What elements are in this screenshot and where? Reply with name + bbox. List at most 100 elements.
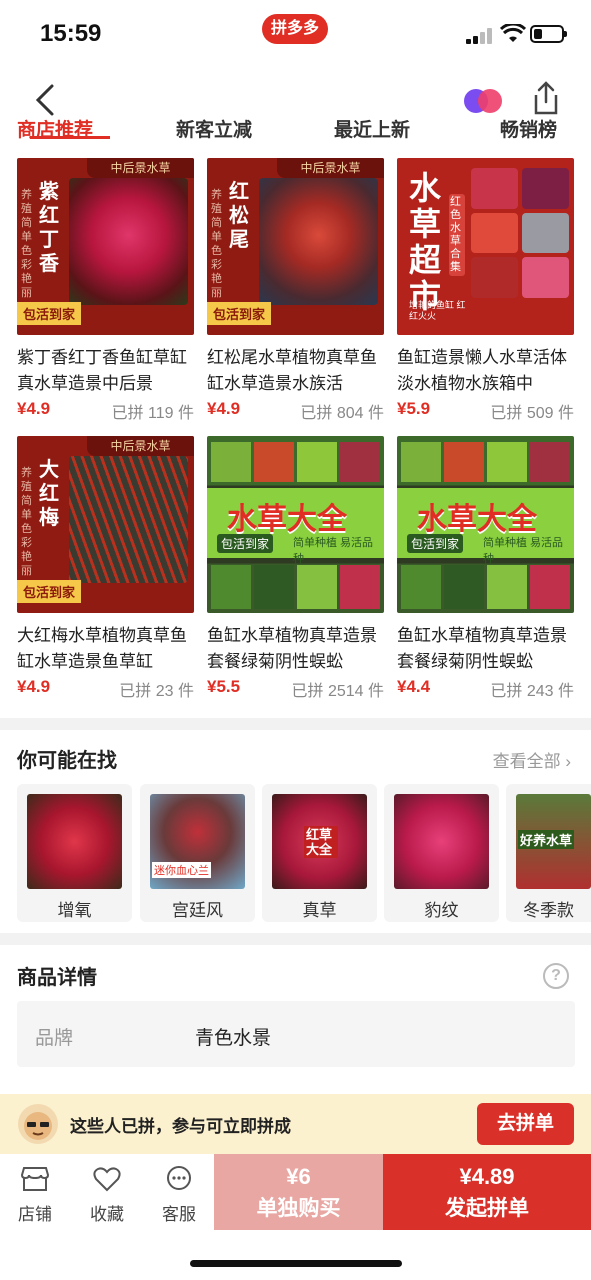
help-icon[interactable]: ? bbox=[543, 963, 569, 989]
plant-photo bbox=[259, 178, 378, 305]
back-icon[interactable] bbox=[30, 82, 60, 118]
product-image[interactable]: 水草大全 包活到家 简单种植 易活品种 bbox=[397, 436, 574, 613]
tab-new-arrivals[interactable]: 最近上新 bbox=[334, 118, 410, 144]
product-title[interactable]: 鱼缸造景懒人水草活体淡水植物水族箱中 bbox=[397, 345, 574, 397]
product-card[interactable]: 中后景水草 红松尾 养殖简单 色彩艳丽 包活到家 红松尾水草植物真草鱼缸水草造景… bbox=[207, 158, 384, 423]
chat-icon bbox=[167, 1166, 191, 1190]
shop-button[interactable]: 店铺 bbox=[2, 1166, 68, 1225]
group-buy-message: 这些人已拼，参与可立即拼成 bbox=[70, 1117, 291, 1136]
app-badge: 拼多多 bbox=[262, 14, 328, 44]
product-image[interactable]: 水草大全 包活到家 简单种植 易活品种 bbox=[207, 436, 384, 613]
group-price: ¥4.89 bbox=[459, 1164, 515, 1189]
image-tag: 包活到家 bbox=[407, 534, 464, 553]
group-label: 发起拼单 bbox=[445, 1197, 529, 1220]
product-sold: 已拼 509 件 bbox=[490, 405, 574, 422]
start-group-buy-button[interactable]: ¥4.89 发起拼单 bbox=[383, 1154, 591, 1230]
suggestion-label: 真草 bbox=[302, 901, 337, 920]
suggestion-label: 冬季款 bbox=[523, 901, 574, 920]
plant-collage bbox=[471, 168, 569, 298]
tab-bestsellers[interactable]: 畅销榜 bbox=[500, 118, 557, 144]
suggestion-image bbox=[27, 794, 122, 889]
image-green-banner: 水草大全 包活到家 简单种植 易活品种 bbox=[207, 488, 384, 565]
search-suggestion[interactable]: 迷你血心兰 宫廷风 bbox=[140, 784, 255, 922]
product-price: ¥4.9 bbox=[207, 399, 241, 418]
join-group-button[interactable]: 去拼单 bbox=[477, 1103, 574, 1145]
product-sold: 已拼 804 件 bbox=[300, 405, 384, 422]
product-image[interactable]: 中后景水草 红松尾 养殖简单 色彩艳丽 包活到家 bbox=[207, 158, 384, 335]
view-all-link[interactable]: 查看全部 › bbox=[493, 747, 571, 772]
tab-store-recommend[interactable]: 商店推荐 bbox=[17, 118, 93, 144]
store-tabs: 商店推荐 新客立减 最近上新 畅销榜 bbox=[0, 118, 591, 148]
favorite-label: 收藏 bbox=[90, 1205, 124, 1224]
tab-active-underline bbox=[30, 136, 110, 139]
group-buy-strip: 这些人已拼，参与可立即拼成 去拼单 bbox=[0, 1094, 591, 1154]
signal-icon bbox=[466, 28, 492, 44]
suggestion-image bbox=[394, 794, 489, 889]
shop-label: 店铺 bbox=[18, 1205, 52, 1224]
suggestion-image: 红草大全 bbox=[272, 794, 367, 889]
product-card[interactable]: 水草大全 包活到家 简单种植 易活品种 鱼缸水草植物真草造景套餐绿菊阴性蜈蚣 ¥… bbox=[397, 436, 574, 701]
product-price: ¥4.9 bbox=[17, 399, 51, 418]
plant-photo bbox=[69, 178, 188, 305]
image-headline: 水草大全 bbox=[417, 503, 537, 536]
product-price: ¥4.4 bbox=[397, 677, 431, 696]
avatar bbox=[18, 1104, 58, 1144]
tab-new-customer[interactable]: 新客立减 bbox=[176, 118, 252, 144]
image-banner: 中后景水草 bbox=[277, 158, 384, 178]
plant-collage bbox=[211, 442, 380, 482]
product-image[interactable]: 中后景水草 紫红丁香 养殖简单 色彩艳丽 包活到家 bbox=[17, 158, 194, 335]
search-suggestion[interactable]: 好养水草 冬季款 bbox=[506, 784, 591, 922]
customer-service-button[interactable]: 客服 bbox=[146, 1166, 212, 1225]
favorite-button[interactable]: 收藏 bbox=[74, 1166, 140, 1225]
product-sold: 已拼 243 件 bbox=[490, 683, 574, 700]
solo-price: ¥6 bbox=[286, 1164, 311, 1189]
product-title[interactable]: 鱼缸水草植物真草造景套餐绿菊阴性蜈蚣 bbox=[207, 623, 384, 675]
heart-icon bbox=[93, 1167, 121, 1192]
section-divider bbox=[0, 933, 591, 945]
section-title: 商品详情 bbox=[17, 967, 97, 989]
product-card[interactable]: 水草超市 红色水草合集 增艳的鱼缸 红红火火 鱼缸造景懒人水草活体淡水植物水族箱… bbox=[397, 158, 574, 423]
spec-key: 品牌 bbox=[35, 1028, 74, 1049]
section-title: 你可能在找 bbox=[17, 750, 117, 772]
share-icon[interactable] bbox=[530, 80, 562, 116]
search-suggestion[interactable]: 豹纹 bbox=[384, 784, 499, 922]
store-icon bbox=[21, 1167, 49, 1191]
plant-collage bbox=[401, 442, 570, 482]
image-headline: 水草超市 bbox=[409, 170, 442, 314]
product-title[interactable]: 鱼缸水草植物真草造景套餐绿菊阴性蜈蚣 bbox=[397, 623, 574, 675]
product-card[interactable]: 水草大全 包活到家 简单种植 易活品种 鱼缸水草植物真草造景套餐绿菊阴性蜈蚣 ¥… bbox=[207, 436, 384, 701]
spec-value: 青色水景 bbox=[195, 1028, 272, 1049]
buy-alone-button[interactable]: ¥6 单独购买 bbox=[214, 1154, 383, 1230]
suggestion-caption: 红草大全 bbox=[304, 826, 338, 858]
image-product-name: 大红梅 bbox=[39, 459, 59, 529]
product-price: ¥5.5 bbox=[207, 677, 241, 696]
image-tag: 包活到家 bbox=[17, 580, 82, 603]
product-title[interactable]: 大红梅水草植物真草鱼缸水草造景鱼草缸 bbox=[17, 623, 194, 675]
product-card[interactable]: 中后景水草 紫红丁香 养殖简单 色彩艳丽 包活到家 紫丁香红丁香鱼缸草缸真水草造… bbox=[17, 158, 194, 423]
product-price: ¥5.9 bbox=[397, 399, 431, 418]
image-product-name: 红松尾 bbox=[229, 181, 249, 251]
product-image[interactable]: 水草超市 红色水草合集 增艳的鱼缸 红红火火 bbox=[397, 158, 574, 335]
image-side-text: 养殖简单 色彩艳丽 bbox=[21, 467, 32, 577]
product-card[interactable]: 中后景水草 大红梅 养殖简单 色彩艳丽 包活到家 大红梅水草植物真草鱼缸水草造景… bbox=[17, 436, 194, 701]
brand-logo-icon[interactable] bbox=[463, 88, 503, 114]
suggestion-image: 迷你血心兰 bbox=[150, 794, 245, 889]
search-suggestion[interactable]: 增氧 bbox=[17, 784, 132, 922]
bottom-action-bar: 店铺 收藏 客服 ¥6 单独购买 ¥4.89 发起拼单 bbox=[0, 1154, 591, 1280]
battery-icon bbox=[530, 25, 567, 43]
service-label: 客服 bbox=[162, 1205, 196, 1224]
image-tag: 包活到家 bbox=[207, 302, 272, 325]
suggestion-label: 豹纹 bbox=[424, 901, 459, 920]
product-image[interactable]: 中后景水草 大红梅 养殖简单 色彩艳丽 包活到家 bbox=[17, 436, 194, 613]
image-side-text: 红色水草合集 bbox=[449, 194, 465, 276]
image-caption: 增艳的鱼缸 红红火火 bbox=[409, 300, 466, 321]
image-caption: 简单种植 易活品种 bbox=[293, 537, 374, 565]
search-suggestion[interactable]: 红草大全 真草 bbox=[262, 784, 377, 922]
plant-collage-bottom bbox=[211, 565, 380, 609]
product-title[interactable]: 红松尾水草植物真草鱼缸水草造景水族活 bbox=[207, 345, 384, 397]
suggestion-caption: 迷你血心兰 bbox=[152, 862, 211, 878]
product-title[interactable]: 紫丁香红丁香鱼缸草缸真水草造景中后景 bbox=[17, 345, 194, 397]
image-headline: 水草大全 bbox=[227, 503, 347, 536]
you-may-be-looking-for: 你可能在找 查看全部 › 增氧 迷你血心兰 宫廷风 红草大全 真草 豹纹 好养水… bbox=[0, 730, 591, 930]
image-green-banner: 水草大全 包活到家 简单种植 易活品种 bbox=[397, 488, 574, 565]
